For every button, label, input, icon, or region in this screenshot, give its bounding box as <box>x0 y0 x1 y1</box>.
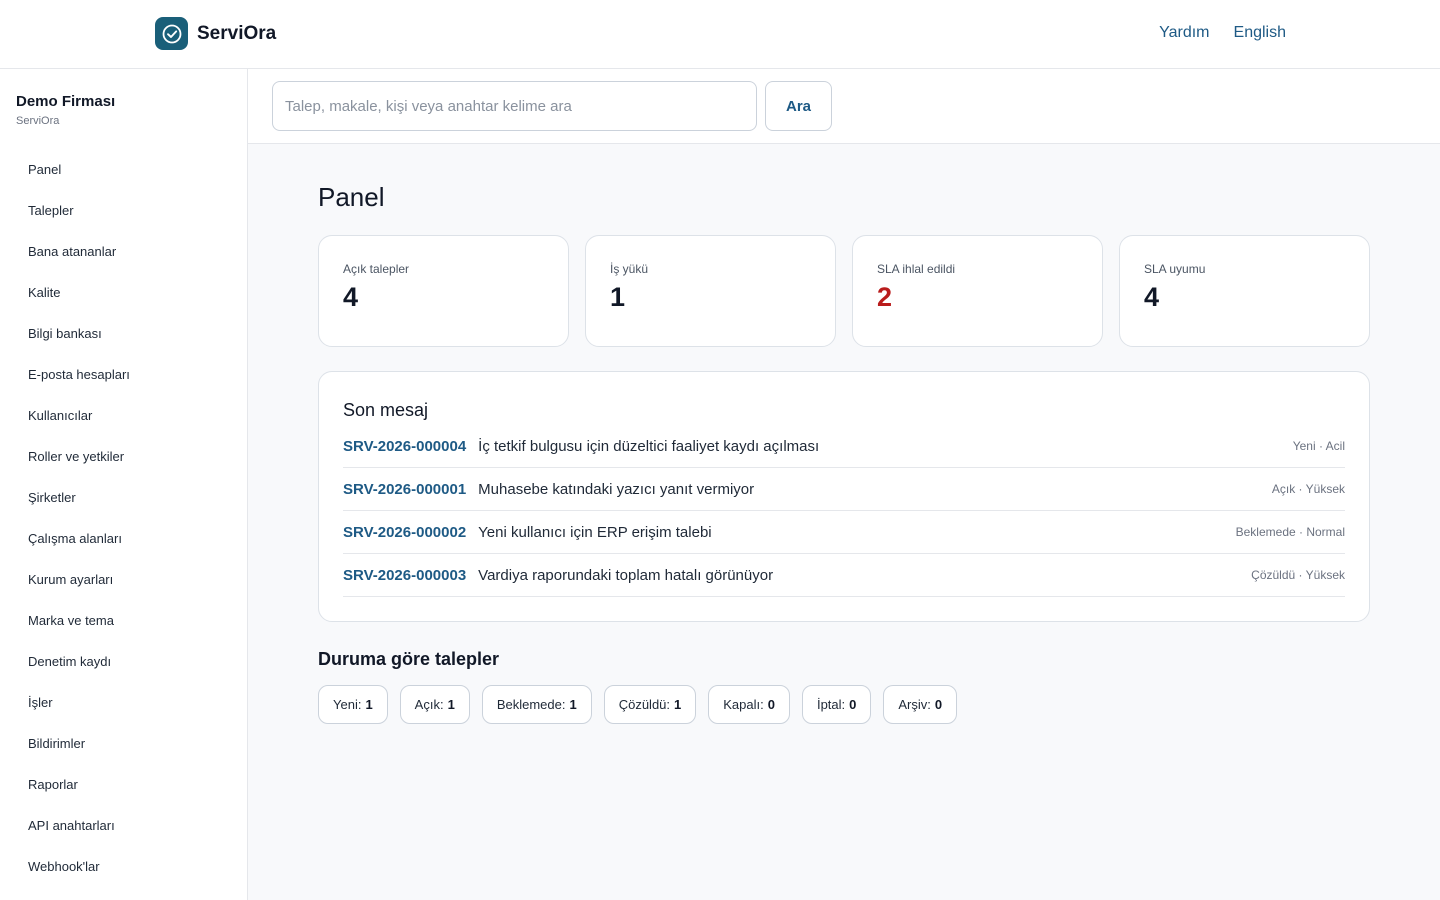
top-links: Yardım English <box>1159 24 1286 42</box>
ticket-code-link[interactable]: SRV-2026-000004 <box>343 438 466 455</box>
status-pill-closed[interactable]: Kapalı: 0 <box>708 685 790 724</box>
pill-count: 1 <box>569 697 577 712</box>
pill-label: Açık: <box>414 697 444 712</box>
sidebar-item-email-accounts[interactable]: E-posta hesapları <box>28 366 130 407</box>
pill-count: 1 <box>447 697 455 712</box>
stat-value: 2 <box>877 282 893 312</box>
status-pill-cancelled[interactable]: İptal: 0 <box>801 685 872 724</box>
stat-label: SLA uyumu <box>1144 262 1206 276</box>
org-header: Demo Firması ServiOra <box>16 93 115 127</box>
sidebar-item-panel[interactable]: Panel <box>28 161 130 202</box>
sidebar-item-quality[interactable]: Kalite <box>28 284 130 325</box>
sidebar-item-notifications[interactable]: Bildirimler <box>28 735 130 776</box>
ticket-code-link[interactable]: SRV-2026-000002 <box>343 524 466 541</box>
org-subtitle: ServiOra <box>16 115 60 127</box>
table-row[interactable]: SRV-2026-000001 Muhasebe katındaki yazıc… <box>343 468 1345 511</box>
search-button[interactable]: Ara <box>765 81 832 131</box>
search-input[interactable] <box>272 81 757 131</box>
stat-card-sla-breached: SLA ihlal edildi 2 <box>852 235 1103 347</box>
stat-value: 4 <box>343 282 359 312</box>
sidebar-item-jobs[interactable]: İşler <box>28 694 130 735</box>
ticket-meta: Beklemede · Normal <box>1235 525 1345 539</box>
sidebar-item-companies[interactable]: Şirketler <box>28 489 130 530</box>
table-row[interactable]: SRV-2026-000004 İç tetkif bulgusu için d… <box>343 425 1345 468</box>
status-pill-pending[interactable]: Beklemede: 1 <box>481 685 592 724</box>
stat-card-workload: İş yükü 1 <box>585 235 836 347</box>
check-circle-icon <box>155 17 188 50</box>
sidebar-item-org-settings[interactable]: Kurum ayarları <box>28 571 130 612</box>
ticket-subject: Yeni kullanıcı için ERP erişim talebi <box>478 523 712 541</box>
pill-count: 0 <box>767 697 775 712</box>
status-pill-open[interactable]: Açık: 1 <box>399 685 470 724</box>
sidebar: Demo Firması ServiOra Panel Talepler Ban… <box>0 69 248 900</box>
ticket-subject: Muhasebe katındaki yazıcı yanıt vermiyor <box>478 480 755 498</box>
stat-value: 1 <box>610 282 626 312</box>
table-row[interactable]: SRV-2026-000003 Vardiya raporundaki topl… <box>343 554 1345 597</box>
sidebar-nav: Panel Talepler Bana atananlar Kalite Bil… <box>28 161 130 899</box>
help-link[interactable]: Yardım <box>1159 24 1209 42</box>
pill-label: Çözüldü: <box>618 697 671 712</box>
sidebar-item-talepler[interactable]: Talepler <box>28 202 130 243</box>
pill-label: Beklemede: <box>496 697 566 712</box>
sidebar-item-api-keys[interactable]: API anahtarları <box>28 817 130 858</box>
search-bar: Ara <box>248 69 1440 144</box>
page-title: Panel <box>318 182 385 212</box>
recent-messages-title: Son mesaj <box>343 400 429 420</box>
ticket-subject: Vardiya raporundaki toplam hatalı görünü… <box>478 566 774 584</box>
sidebar-item-knowledge-base[interactable]: Bilgi bankası <box>28 325 130 366</box>
pill-label: Kapalı: <box>723 697 764 712</box>
ticket-code-link[interactable]: SRV-2026-000001 <box>343 481 466 498</box>
brand-name: ServiOra <box>197 22 277 44</box>
status-pill-archived[interactable]: Arşiv: 0 <box>883 685 958 724</box>
org-name: Demo Firması <box>16 93 116 110</box>
ticket-code-link[interactable]: SRV-2026-000003 <box>343 567 466 584</box>
pill-count: 0 <box>934 697 943 712</box>
status-section-title: Duruma göre talepler <box>318 649 500 669</box>
sidebar-item-assigned-to-me[interactable]: Bana atananlar <box>28 243 130 284</box>
status-pill-resolved[interactable]: Çözüldü: 1 <box>603 685 697 724</box>
ticket-meta: Yeni · Acil <box>1292 439 1345 453</box>
ticket-meta: Açık · Yüksek <box>1271 482 1345 496</box>
sidebar-item-roles[interactable]: Roller ve yetkiler <box>28 448 130 489</box>
brand[interactable]: ServiOra <box>155 17 276 50</box>
pill-count: 1 <box>365 697 373 712</box>
stat-card-open-tickets: Açık talepler 4 <box>318 235 569 347</box>
pill-count: 0 <box>849 697 857 712</box>
sidebar-item-webhooks[interactable]: Webhook'lar <box>28 858 130 899</box>
sidebar-item-users[interactable]: Kullanıcılar <box>28 407 130 448</box>
pill-label: İptal: <box>816 697 846 712</box>
pill-label: Yeni: <box>333 697 362 712</box>
sidebar-item-brand-theme[interactable]: Marka ve tema <box>28 612 130 653</box>
stat-label: Açık talepler <box>343 262 410 276</box>
sidebar-item-reports[interactable]: Raporlar <box>28 776 130 817</box>
ticket-meta: Çözüldü · Yüksek <box>1251 568 1345 582</box>
status-pill-new[interactable]: Yeni: 1 <box>318 685 388 724</box>
language-link[interactable]: English <box>1234 24 1286 42</box>
sidebar-item-workspaces[interactable]: Çalışma alanları <box>28 530 130 571</box>
pill-count: 1 <box>674 697 682 712</box>
stat-label: SLA ihlal edildi <box>877 262 956 276</box>
ticket-subject: İç tetkif bulgusu için düzeltici faaliye… <box>478 437 820 455</box>
status-pills: Yeni: 1 Açık: 1 Beklemede: 1 Çözüldü: 1 Kapa… <box>318 685 958 724</box>
stat-label: İş yükü <box>610 262 649 276</box>
table-row[interactable]: SRV-2026-000002 Yeni kullanıcı için ERP … <box>343 511 1345 554</box>
sidebar-item-audit-log[interactable]: Denetim kaydı <box>28 653 130 694</box>
recent-messages-card: Son mesaj SRV-2026-000004 İç tetkif bulg… <box>318 371 1370 622</box>
pill-label: Arşiv: <box>898 697 931 712</box>
stat-card-sla-compliance: SLA uyumu 4 <box>1119 235 1370 347</box>
top-bar: ServiOra Yardım English <box>0 0 1440 69</box>
stats-row: Açık talepler 4 İş yükü 1 SLA ihlal edil… <box>318 235 1370 347</box>
stat-value: 4 <box>1144 282 1160 312</box>
